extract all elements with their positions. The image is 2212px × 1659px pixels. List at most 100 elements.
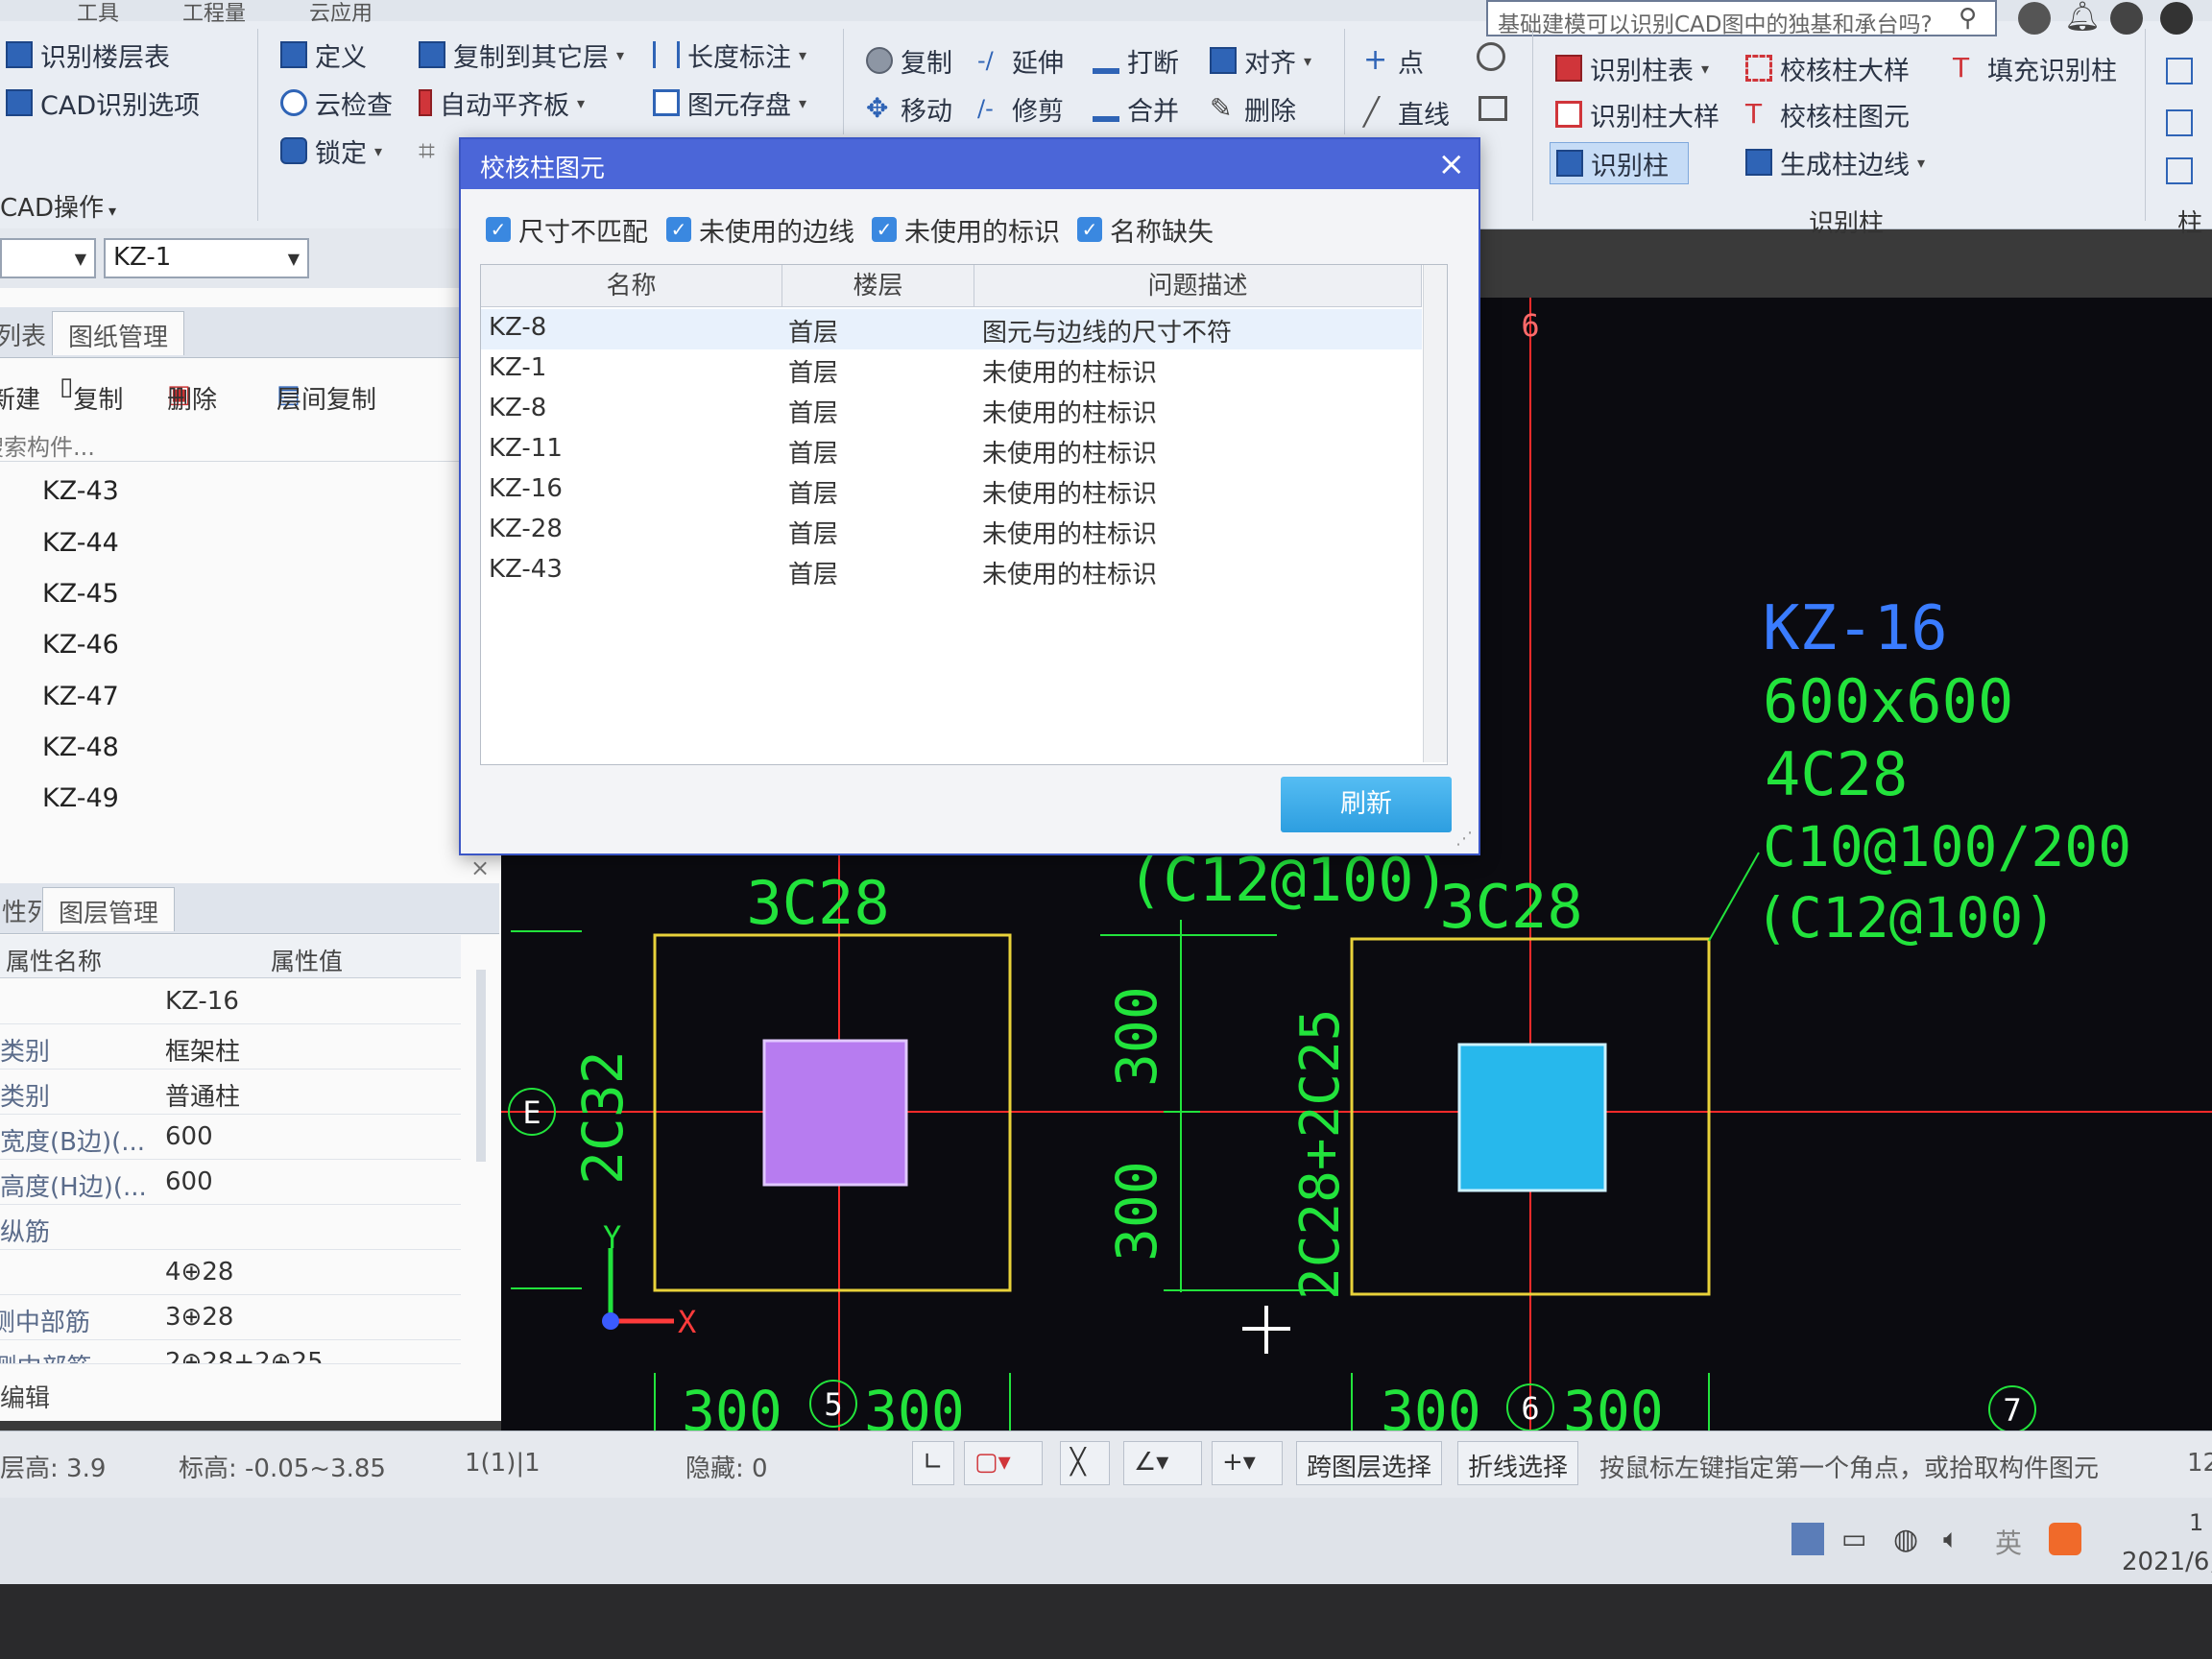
bell-icon[interactable]: 🔔︎ (2064, 0, 2101, 34)
cad-options-button[interactable]: CAD识别选项 (6, 83, 200, 123)
circle-icon[interactable] (1477, 42, 1505, 71)
copy-button[interactable]: 复制 (866, 40, 952, 81)
identify-floor-table-button[interactable]: 识别楼层表 (6, 35, 170, 75)
ime-icon[interactable]: 英 (1995, 1523, 2028, 1559)
auto-level-slab-button[interactable]: 自动平齐板 ▾ (419, 83, 585, 123)
property-row[interactable]: 全部纵筋 (0, 1205, 461, 1250)
trim-button[interactable]: /- 修剪 (977, 88, 1064, 129)
property-row[interactable]: 名称KZ-16 (0, 979, 461, 1024)
network-icon[interactable]: ◍ (1893, 1523, 1926, 1556)
type-combo[interactable]: ▼ (0, 238, 96, 278)
table-scrollbar[interactable] (1423, 265, 1447, 762)
menu-tools[interactable]: 工具 (77, 0, 119, 27)
message-icon[interactable] (2110, 2, 2143, 35)
search-input[interactable]: 基础建模可以识别CAD图中的独基和承台吗? (1486, 0, 1997, 36)
list-item[interactable]: KZ-49 (42, 783, 119, 813)
property-row[interactable]: B边一侧中部筋3⊕28 (0, 1295, 461, 1340)
fill-identify-column-button[interactable]: T 填充识别柱 (1953, 48, 2117, 88)
table-row[interactable]: KZ-28 首层 未使用的柱标识 (481, 511, 1422, 551)
check-column-element-button[interactable]: T 校核柱图元 (1745, 94, 1910, 134)
table-row[interactable]: KZ-16 首层 未使用的柱标识 (481, 470, 1422, 511)
align-button[interactable]: 对齐 ▾ (1210, 40, 1311, 81)
checkbox-missing-name[interactable]: ✓ 名称缺失 (1077, 212, 1214, 248)
refresh-button[interactable]: 刷新 (1281, 777, 1452, 832)
search-icon[interactable]: ⚲ (1959, 4, 1977, 33)
property-row[interactable]: 结构类别框架柱 (0, 1024, 461, 1070)
component-combo[interactable]: KZ-1 ▼ (104, 238, 309, 278)
identify-column-detail-button[interactable]: 识别柱大样 (1555, 94, 1719, 134)
column-header-floor[interactable]: 楼层 (782, 265, 974, 307)
line-button[interactable]: ╱ 直线 (1363, 92, 1450, 132)
identify-column-button[interactable]: 识别柱 (1550, 142, 1689, 184)
sogou-icon[interactable] (2049, 1523, 2081, 1555)
dialog-title-bar[interactable]: 校核柱图元 × (461, 139, 1479, 189)
list-item[interactable]: KZ-45 (42, 579, 119, 609)
break-button[interactable]: 打断 (1093, 40, 1179, 81)
copy-component-button[interactable]: ▯ 复制 (60, 373, 123, 415)
skin-icon[interactable] (2160, 2, 2193, 35)
property-row[interactable]: 截面高度(H边)(...600 (0, 1160, 461, 1205)
table-row[interactable]: KZ-1 首层 未使用的柱标识 (481, 349, 1422, 390)
table-row[interactable]: KZ-11 首层 未使用的柱标识 (481, 430, 1422, 470)
cross-layer-select-button[interactable]: 跨图层选择 (1296, 1441, 1443, 1485)
checkbox-unused-mark[interactable]: ✓ 未使用的标识 (872, 212, 1060, 248)
checkbox-size-mismatch[interactable]: ✓ 尺寸不匹配 (486, 212, 648, 248)
hash-icon[interactable]: ⌗ (419, 134, 435, 168)
delete-button[interactable]: ✎ 删除 (1210, 88, 1296, 129)
component-search[interactable]: 搜索构件... (0, 422, 459, 462)
side-tool-1-icon[interactable] (2166, 58, 2193, 84)
user-avatar-icon[interactable] (2018, 2, 2051, 35)
cloud-check-button[interactable]: 云检查 (280, 83, 393, 123)
list-item[interactable]: KZ-47 (42, 682, 119, 711)
list-item[interactable]: KZ-44 (42, 528, 119, 558)
property-row[interactable]: 截面宽度(B边)(...600 (0, 1115, 461, 1160)
polyline-select-button[interactable]: 折线选择 (1457, 1441, 1579, 1485)
group-cad-ops[interactable]: CAD操作 ▾ (0, 188, 116, 224)
monitor-icon[interactable] (1791, 1523, 1824, 1555)
table-row[interactable]: KZ-8 首层 图元与边线的尺寸不符 (481, 309, 1422, 349)
resize-grip-icon[interactable]: ⋰ (1455, 829, 1473, 849)
dynamic-input-icon[interactable]: +▾ (1212, 1441, 1283, 1485)
list-item[interactable]: KZ-46 (42, 630, 119, 660)
table-row[interactable]: KZ-43 首层 未使用的柱标识 (481, 551, 1422, 591)
grid-toggle-icon[interactable]: ╳ (1060, 1441, 1110, 1485)
ortho-toggle-icon[interactable]: ∟ (912, 1441, 954, 1485)
battery-icon[interactable]: ▭ (1841, 1523, 1874, 1555)
list-item[interactable]: KZ-43 (42, 476, 119, 506)
property-row[interactable]: H边一侧中部筋2⊕28+2⊕25 (0, 1340, 461, 1364)
identify-column-table-button[interactable]: 识别柱表 ▾ (1555, 48, 1709, 88)
column-left[interactable] (762, 1039, 908, 1187)
property-row[interactable]: 定额类别普通柱 (0, 1070, 461, 1115)
point-button[interactable]: + 点 (1363, 40, 1424, 81)
property-scrollbar[interactable] (476, 970, 486, 1162)
side-tool-2-icon[interactable] (2166, 109, 2193, 136)
close-icon[interactable]: × (1438, 145, 1466, 183)
column-header-name[interactable]: 名称 (481, 265, 782, 307)
save-element-button[interactable]: 图元存盘 ▾ (653, 83, 806, 123)
volume-muted-icon[interactable]: 🔈︎ (1943, 1523, 1976, 1555)
tab-layer-management[interactable]: 图层管理 (42, 887, 176, 931)
move-button[interactable]: ✥ 移动 (866, 88, 952, 129)
table-row[interactable]: KZ-8 首层 未使用的柱标识 (481, 390, 1422, 430)
define-button[interactable]: 定义 (280, 35, 367, 75)
lock-button[interactable]: 锁定 ▾ (280, 131, 382, 171)
snap-toggle-icon[interactable]: ▢▾ (964, 1441, 1043, 1485)
check-column-detail-button[interactable]: 校核柱大样 (1745, 48, 1910, 88)
property-row[interactable]: 角筋4⊕28 (0, 1250, 461, 1295)
edit-button[interactable]: 编辑 (0, 1379, 50, 1414)
column-right-kz16[interactable] (1457, 1043, 1607, 1192)
length-dimension-button[interactable]: 长度标注 ▾ (653, 35, 806, 75)
rectangle-icon[interactable] (1479, 96, 1507, 121)
merge-button[interactable]: 合并 (1093, 88, 1179, 129)
menu-quantity[interactable]: 工程量 (182, 0, 246, 27)
column-header-description[interactable]: 问题描述 (974, 265, 1422, 307)
side-tool-3-icon[interactable] (2166, 157, 2193, 184)
generate-column-edge-button[interactable]: 生成柱边线 ▾ (1745, 142, 1925, 182)
angle-toggle-icon[interactable]: ∠▾ (1123, 1441, 1202, 1485)
extend-button[interactable]: -/延伸 (977, 40, 1064, 81)
list-item[interactable]: KZ-48 (42, 733, 119, 762)
tab-drawing-management[interactable]: 图纸管理 (52, 311, 185, 355)
close-panel-icon[interactable]: × (470, 854, 490, 881)
copy-to-other-floor-button[interactable]: 复制到其它层 ▾ (419, 35, 624, 75)
checkbox-unused-edge[interactable]: ✓ 未使用的边线 (666, 212, 854, 248)
